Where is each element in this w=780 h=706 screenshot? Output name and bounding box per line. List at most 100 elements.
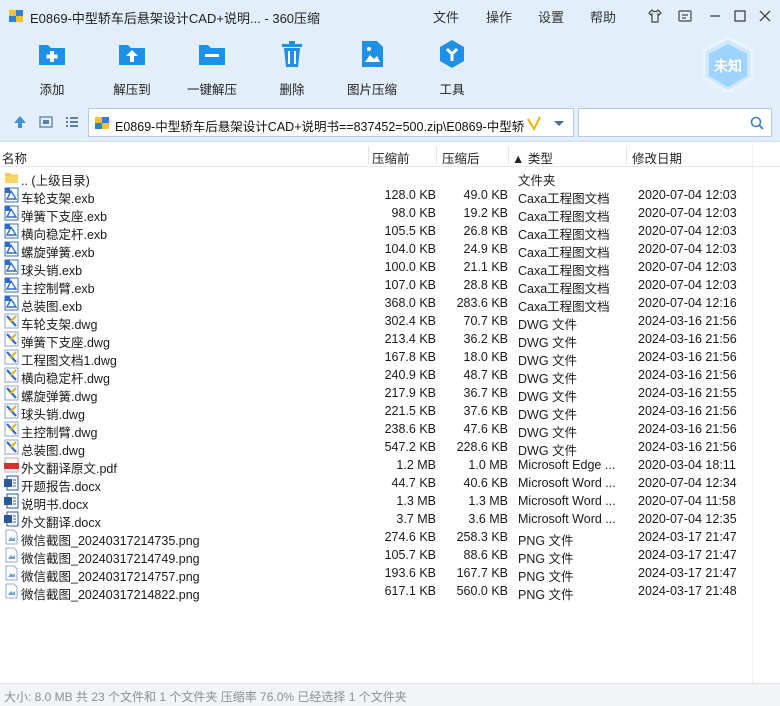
file-row[interactable]: 横向稳定杆.exb 105.5 KB 26.8 KB Caxa工程图文档 2020-07… (0, 222, 780, 242)
file-packed-size: 48.7 KB (463, 368, 508, 382)
column-divider[interactable] (436, 146, 437, 164)
address-bar: E0869-中型轿车后悬架设计CAD+说明书==837452=500.zip\E… (0, 102, 780, 142)
tools-button[interactable]: 工具 (416, 38, 488, 98)
file-row[interactable]: 弹簧下支座.dwg 213.4 KB 36.2 KB DWG 文件 2024-03-16… (0, 330, 780, 350)
search-icon[interactable] (749, 115, 765, 131)
image-file-icon (4, 547, 19, 563)
file-date: 2020-03-04 18:11 (638, 458, 736, 472)
dwg-file-icon (4, 367, 19, 383)
user-badge[interactable]: 未知 (700, 36, 756, 94)
feedback-button[interactable] (676, 7, 694, 25)
file-row[interactable]: 横向稳定杆.dwg 240.9 KB 48.7 KB DWG 文件 2024-03-16… (0, 366, 780, 386)
menu-operation[interactable]: 操作 (486, 7, 512, 26)
column-divider[interactable] (626, 146, 627, 164)
minimize-icon (710, 15, 720, 17)
list-view-icon[interactable] (64, 114, 80, 130)
search-input[interactable] (578, 108, 772, 137)
file-row[interactable]: 微信截图_20240317214822.png 617.1 KB 560.0 KB P… (0, 582, 780, 602)
file-row[interactable]: 外文翻译.docx 3.7 MB 3.6 MB Microsoft Word ... 2… (0, 510, 780, 530)
column-type[interactable]: ▲ 类型 (512, 148, 553, 167)
dwg-file-icon (4, 439, 19, 455)
file-row[interactable]: 说明书.docx 1.3 MB 1.3 MB Microsoft Word ... 20… (0, 492, 780, 512)
file-row[interactable]: 螺旋弹簧.exb 104.0 KB 24.9 KB Caxa工程图文档 2020-07-… (0, 240, 780, 260)
file-row[interactable]: 球头销.dwg 221.5 KB 37.6 KB DWG 文件 2024-03-16 2… (0, 402, 780, 422)
file-date: 2020-07-04 12:35 (638, 512, 737, 526)
file-row[interactable]: 弹簧下支座.exb 98.0 KB 19.2 KB Caxa工程图文档 2020-07-… (0, 204, 780, 224)
skin-button[interactable] (646, 7, 664, 25)
file-date: 2020-07-04 12:03 (638, 224, 737, 238)
file-row[interactable]: 微信截图_20240317214749.png 105.7 KB 88.6 KB PN… (0, 546, 780, 566)
menu-settings[interactable]: 设置 (538, 7, 564, 26)
file-row[interactable]: 螺旋弹簧.dwg 217.9 KB 36.7 KB DWG 文件 2024-03-16 … (0, 384, 780, 404)
file-size: 167.8 KB (384, 350, 436, 364)
add-button[interactable]: 添加 (16, 38, 88, 98)
menu-help[interactable]: 帮助 (590, 7, 616, 26)
file-row[interactable]: 球头销.exb 100.0 KB 21.1 KB Caxa工程图文档 2020-07-0… (0, 258, 780, 278)
column-modified[interactable]: 修改日期 (632, 148, 682, 167)
address-field[interactable]: E0869-中型轿车后悬架设计CAD+说明书==837452=500.zip\E… (88, 108, 574, 137)
column-packed[interactable]: 压缩后 (442, 148, 480, 167)
image-compress-label: 图片压缩 (346, 83, 397, 97)
file-row[interactable]: 开题报告.docx 44.7 KB 40.6 KB Microsoft Word ..… (0, 474, 780, 494)
word-file-icon (4, 511, 19, 527)
thumbnail-view-icon[interactable] (38, 114, 54, 130)
pdf-file-icon (4, 457, 19, 473)
toolbar: 添加 解压到 一键解压 删除 图片压缩 工具 (0, 32, 780, 102)
file-packed-size: 36.7 KB (463, 386, 508, 400)
column-name[interactable]: 名称 (2, 148, 27, 167)
file-size: 100.0 KB (384, 260, 436, 274)
scrollbar-track[interactable] (752, 143, 753, 683)
file-row[interactable]: .. (上级目录) 文件夹 (0, 168, 780, 188)
column-size[interactable]: 压缩前 (372, 148, 410, 167)
image-compress-button[interactable]: 图片压缩 (336, 38, 408, 98)
address-path: E0869-中型轿车后悬架设计CAD+说明书==837452=500.zip\E… (115, 120, 525, 134)
close-button[interactable] (756, 7, 774, 25)
file-size: 368.0 KB (384, 296, 436, 310)
file-row[interactable]: 车轮支架.dwg 302.4 KB 70.7 KB DWG 文件 2024-03-16 … (0, 312, 780, 332)
file-row[interactable]: 外文翻译原文.pdf 1.2 MB 1.0 MB Microsoft Edge ...… (0, 456, 780, 476)
delete-label: 删除 (279, 83, 305, 97)
dwg-file-icon (4, 331, 19, 347)
file-row[interactable]: 车轮支架.exb 128.0 KB 49.0 KB Caxa工程图文档 2020-07-… (0, 186, 780, 206)
tools-icon (440, 40, 464, 68)
file-packed-size: 26.8 KB (463, 224, 508, 238)
chevron-down-icon[interactable] (551, 115, 567, 131)
column-divider[interactable] (508, 146, 509, 164)
file-packed-size: 1.3 MB (468, 494, 508, 508)
dwg-file-icon (4, 349, 19, 365)
file-row[interactable]: 主控制臂.dwg 238.6 KB 47.6 KB DWG 文件 2024-03-16 … (0, 420, 780, 440)
dwg-file-icon (4, 385, 19, 401)
file-type: Microsoft Word ... (518, 476, 616, 490)
dwg-file-icon (4, 403, 19, 419)
file-date: 2020-07-04 12:34 (638, 476, 737, 490)
file-row[interactable]: 总装图.dwg 547.2 KB 228.6 KB DWG 文件 2024-03-16 … (0, 438, 780, 458)
file-size: 105.5 KB (384, 224, 436, 238)
file-size: 221.5 KB (384, 404, 436, 418)
delete-button[interactable]: 删除 (256, 38, 328, 98)
tools-label: 工具 (439, 83, 465, 97)
dwg-file-icon (4, 421, 19, 437)
file-size: 3.7 MB (396, 512, 436, 526)
menu-file[interactable]: 文件 (433, 7, 459, 26)
file-packed-size: 228.6 KB (456, 440, 508, 454)
file-size: 617.1 KB (384, 584, 436, 598)
file-row[interactable]: 微信截图_20240317214757.png 193.6 KB 167.7 KB P… (0, 564, 780, 584)
maximize-icon (734, 10, 746, 22)
file-packed-size: 70.7 KB (463, 314, 508, 328)
file-row[interactable]: 总装图.exb 368.0 KB 283.6 KB Caxa工程图文档 2020-07-… (0, 294, 780, 314)
file-packed-size: 24.9 KB (463, 242, 508, 256)
maximize-button[interactable] (731, 7, 749, 25)
minimize-button[interactable] (706, 7, 724, 25)
extract-to-button[interactable]: 解压到 (96, 38, 168, 98)
file-row[interactable]: 工程图文档1.dwg 167.8 KB 18.0 KB DWG 文件 2024-03-1… (0, 348, 780, 368)
trash-icon (282, 41, 302, 67)
quick-extract-button[interactable]: 一键解压 (176, 38, 248, 98)
up-arrow-icon[interactable] (12, 114, 28, 130)
column-divider[interactable] (368, 146, 369, 164)
extract-to-label: 解压到 (113, 83, 151, 97)
file-row[interactable]: 微信截图_20240317214735.png 274.6 KB 258.3 KB P… (0, 528, 780, 548)
file-date: 2024-03-17 21:47 (638, 548, 737, 562)
title-bar: E0869-中型轿车后悬架设计CAD+说明... - 360压缩 文件 操作 设… (0, 0, 780, 32)
file-packed-size: 37.6 KB (463, 404, 508, 418)
file-row[interactable]: 主控制臂.exb 107.0 KB 28.8 KB Caxa工程图文档 2020-07-… (0, 276, 780, 296)
